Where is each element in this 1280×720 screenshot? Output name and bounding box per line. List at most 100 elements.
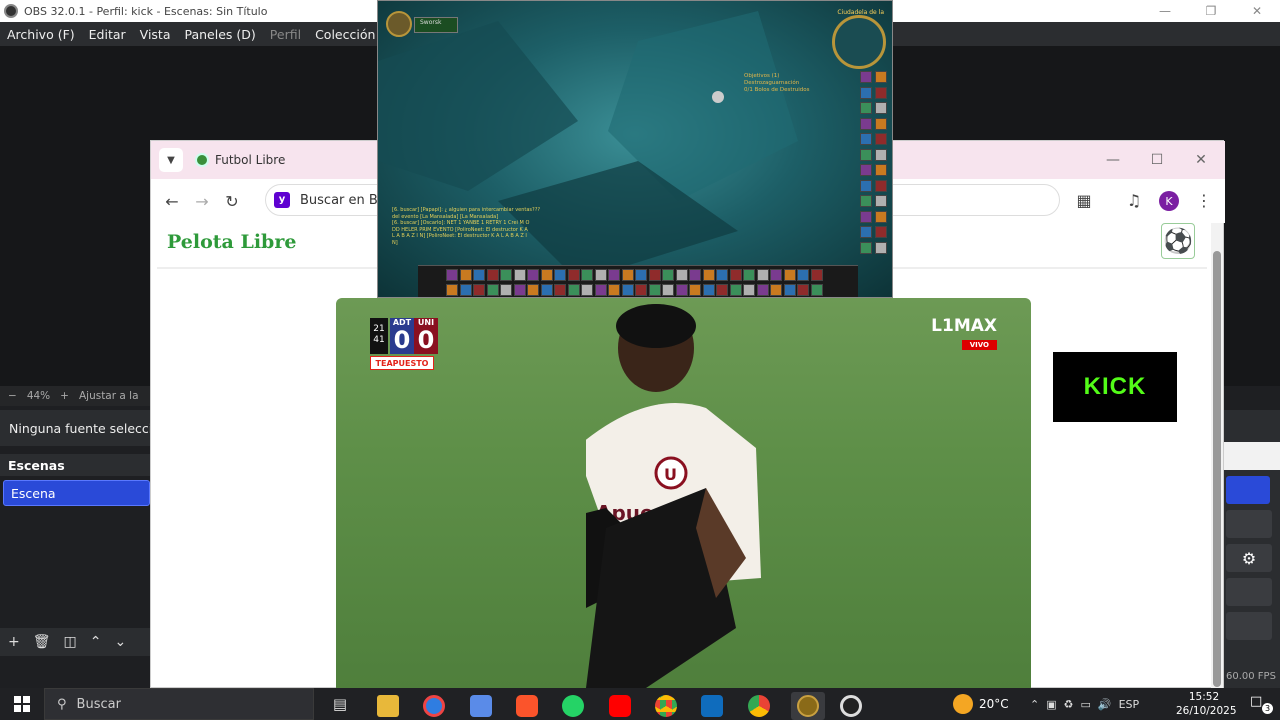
- ability-slot[interactable]: [675, 269, 688, 281]
- ability-slot[interactable]: [743, 269, 755, 281]
- ability-slot[interactable]: [527, 269, 539, 281]
- scene-item[interactable]: Escena: [3, 480, 150, 506]
- ability-slot[interactable]: [513, 269, 526, 281]
- ability-slot[interactable]: [527, 284, 539, 296]
- task-view-icon[interactable]: ▤: [329, 695, 351, 717]
- obs-icon[interactable]: [840, 695, 862, 717]
- move-down-icon[interactable]: ⌄: [114, 634, 126, 650]
- clock[interactable]: 15:52 26/10/2025: [1176, 690, 1237, 718]
- ability-slot[interactable]: [500, 269, 512, 281]
- ability-slot[interactable]: [797, 269, 809, 281]
- ability-slot[interactable]: [567, 284, 580, 296]
- chrome-profile-icon[interactable]: [748, 695, 770, 717]
- youtube-icon[interactable]: [609, 695, 631, 717]
- ability-slot[interactable]: [459, 269, 472, 281]
- scrollbar-thumb[interactable]: [1213, 251, 1221, 687]
- outlook-icon[interactable]: [701, 695, 723, 717]
- forward-icon[interactable]: →: [187, 192, 217, 211]
- ability-slot[interactable]: [473, 284, 485, 296]
- ability-slot[interactable]: [662, 269, 674, 281]
- media-icon[interactable]: ♫: [1119, 191, 1149, 210]
- fit-label[interactable]: Ajustar a la: [79, 390, 139, 402]
- maps-icon[interactable]: [423, 695, 445, 717]
- settings-icon[interactable]: ⚙: [1226, 544, 1272, 572]
- ability-slot[interactable]: [729, 269, 742, 281]
- ability-slot[interactable]: [702, 284, 715, 296]
- ability-slot[interactable]: [581, 284, 593, 296]
- ability-slot[interactable]: [608, 284, 620, 296]
- maximize-icon[interactable]: ☐: [1135, 141, 1179, 179]
- minimize-icon[interactable]: —: [1142, 0, 1188, 22]
- move-up-icon[interactable]: ⌃: [90, 634, 102, 650]
- ability-slot[interactable]: [648, 269, 661, 281]
- ability-slot[interactable]: [554, 269, 566, 281]
- portrait-icon[interactable]: [386, 11, 412, 37]
- ability-slot[interactable]: [810, 269, 823, 281]
- more-icon[interactable]: ⋮: [1189, 191, 1219, 210]
- ability-slot[interactable]: [459, 284, 472, 296]
- close-icon[interactable]: ✕: [1234, 0, 1280, 22]
- reload-icon[interactable]: ↻: [217, 192, 247, 211]
- menu-paneles[interactable]: Paneles (D): [178, 27, 263, 42]
- ability-slot[interactable]: [473, 269, 485, 281]
- ability-slot[interactable]: [635, 269, 647, 281]
- video-player[interactable]: U Apuesta 21 41 ADT 0 UNI 0 TEAPUESTO L1M…: [336, 298, 1031, 688]
- ability-slot[interactable]: [716, 269, 728, 281]
- chrome-icon[interactable]: [655, 695, 677, 717]
- start-streaming-button[interactable]: [1226, 476, 1270, 504]
- site-title[interactable]: Pelota Libre: [167, 231, 296, 253]
- back-icon[interactable]: ←: [157, 192, 187, 211]
- tab-futbol-libre[interactable]: Futbol Libre: [195, 153, 285, 167]
- filter-icon[interactable]: ◫: [64, 634, 77, 650]
- weather-widget[interactable]: 20°C: [953, 688, 1009, 720]
- chevron-up-icon[interactable]: ⌃: [1030, 698, 1039, 711]
- ability-slot[interactable]: [621, 269, 634, 281]
- wow-icon[interactable]: [797, 695, 819, 717]
- close-icon[interactable]: ✕: [1179, 141, 1223, 179]
- ability-slot[interactable]: [716, 284, 728, 296]
- menu-vista[interactable]: Vista: [133, 27, 178, 42]
- dock-button[interactable]: [1226, 510, 1272, 538]
- ability-slot[interactable]: [594, 269, 607, 281]
- windows-start-icon[interactable]: [0, 688, 44, 720]
- tab-search-icon[interactable]: ▼: [159, 148, 183, 172]
- menu-editar[interactable]: Editar: [82, 27, 133, 42]
- ability-slot[interactable]: [500, 284, 512, 296]
- ability-slot[interactable]: [797, 284, 809, 296]
- whatsapp-icon[interactable]: [562, 695, 584, 717]
- ability-slot[interactable]: [648, 284, 661, 296]
- ability-slot[interactable]: [743, 284, 755, 296]
- zoom-out-icon[interactable]: −: [8, 390, 17, 402]
- soccer-ball-icon[interactable]: ⚽: [1161, 223, 1195, 259]
- ability-slot[interactable]: [540, 269, 553, 281]
- add-scene-icon[interactable]: +: [8, 634, 20, 650]
- ability-slot[interactable]: [486, 269, 499, 281]
- ability-slot[interactable]: [675, 284, 688, 296]
- ability-slot[interactable]: [729, 284, 742, 296]
- store-icon[interactable]: [470, 695, 492, 717]
- brave-icon[interactable]: [516, 695, 538, 717]
- language-indicator[interactable]: ESP: [1119, 698, 1140, 711]
- game-window[interactable]: Sworsk Ciudadela de la Objetivos (1) Des…: [377, 0, 893, 298]
- zoom-in-icon[interactable]: +: [60, 390, 69, 402]
- ability-slot[interactable]: [662, 284, 674, 296]
- ability-slot[interactable]: [621, 284, 634, 296]
- ability-slot[interactable]: [513, 284, 526, 296]
- menu-archivo[interactable]: Archivo (F): [0, 27, 82, 42]
- ability-slot[interactable]: [689, 284, 701, 296]
- ability-slot[interactable]: [594, 284, 607, 296]
- avatar[interactable]: K: [1159, 191, 1179, 211]
- ability-slot[interactable]: [446, 284, 458, 296]
- network-icon[interactable]: ▭: [1081, 698, 1091, 711]
- dock-button[interactable]: [1226, 612, 1272, 640]
- ability-slot[interactable]: [581, 269, 593, 281]
- ability-slot[interactable]: [783, 269, 796, 281]
- camera-icon[interactable]: ▣: [1046, 698, 1056, 711]
- update-icon[interactable]: ♻: [1064, 698, 1074, 711]
- ability-slot[interactable]: [486, 284, 499, 296]
- minimap[interactable]: [832, 15, 886, 69]
- remove-scene-icon[interactable]: 🗑: [33, 634, 51, 650]
- ability-slot[interactable]: [446, 269, 458, 281]
- dock-button[interactable]: [1226, 578, 1272, 606]
- kick-logo[interactable]: KICK: [1053, 352, 1177, 422]
